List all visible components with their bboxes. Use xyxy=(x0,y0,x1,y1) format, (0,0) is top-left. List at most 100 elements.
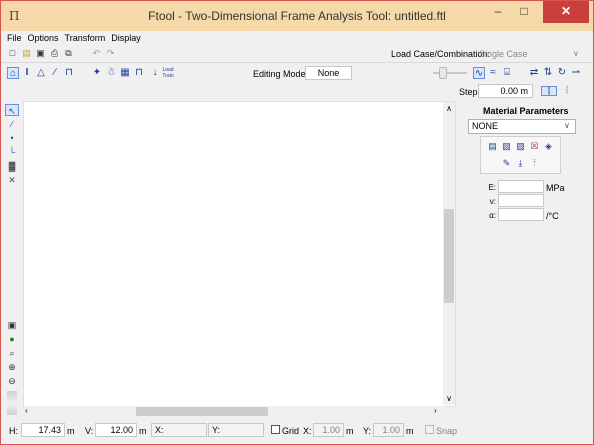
elastic-modulus-unit: MPa xyxy=(546,183,565,193)
menu-file[interactable]: File xyxy=(1,31,25,45)
material-select[interactable]: NONE xyxy=(468,119,576,134)
redo-icon[interactable]: ↷ xyxy=(105,48,116,59)
menu-bar: File Options Transform Display xyxy=(1,31,593,45)
load-case-select[interactable]: Single Case xyxy=(479,49,528,59)
frame-icon[interactable]: ⊓ xyxy=(63,67,75,79)
elastic-modulus-label: E: xyxy=(488,183,496,192)
copy-icon[interactable]: ⧉ xyxy=(63,48,74,59)
save-icon[interactable]: ▣ xyxy=(35,48,46,59)
grid-x-unit: m xyxy=(346,426,354,436)
structure-icon[interactable]: ⌂ xyxy=(7,67,19,79)
v-field[interactable]: 12.00 xyxy=(95,423,137,437)
chevron-down-icon[interactable]: ∨ xyxy=(573,49,579,58)
h-field[interactable]: 17.43 xyxy=(21,423,65,437)
grid-icon[interactable]: ▦ xyxy=(119,67,131,79)
moment-diagram-icon[interactable]: ↻ xyxy=(556,67,568,79)
loads-icon[interactable]: ✦ xyxy=(91,67,103,79)
material-actions: ▤ ▧ ▨ ☒ ◈ ✎ ⤓ ⤒ xyxy=(480,136,561,174)
rename-material-icon[interactable]: ▨ xyxy=(515,141,526,152)
title-bar[interactable]: Π Ftool - Two-Dimensional Frame Analysis… xyxy=(1,1,593,31)
import-material-icon[interactable]: ⤓ xyxy=(515,158,526,169)
step-value: 0.00 xyxy=(500,86,518,96)
poisson-ratio-label: ν: xyxy=(489,197,496,206)
point-icon[interactable]: • xyxy=(5,132,19,144)
export-material-icon[interactable]: ⤒ xyxy=(529,158,540,169)
scroll-down-icon[interactable]: ∨ xyxy=(444,394,454,403)
elastic-modulus-field[interactable] xyxy=(498,180,544,193)
new-material-icon[interactable]: ▤ xyxy=(487,141,498,152)
snap-grid-alt-icon[interactable]: ┆ xyxy=(559,86,575,96)
grid-toggle-icon[interactable]: ▓ xyxy=(5,160,19,172)
status-bar: H: 17.43 m V: 12.00 m X: Y: Grid X: 1.00… xyxy=(1,420,593,440)
editing-mode-field[interactable]: None xyxy=(305,66,352,80)
temperature-icon[interactable]: ☃ xyxy=(105,67,117,79)
undo-icon[interactable]: ↶ xyxy=(91,48,102,59)
h-label: H: xyxy=(9,426,18,436)
cursor-y-field: Y: xyxy=(208,423,264,437)
dimension-icon[interactable]: └ xyxy=(5,146,19,158)
load-train-icon[interactable]: Load Train xyxy=(161,67,175,79)
reaction-icon[interactable]: ⌸ xyxy=(501,67,513,79)
new-file-icon[interactable]: □ xyxy=(7,48,18,59)
snap-grid-icon[interactable]: ┇ xyxy=(541,86,557,96)
zoom-in-icon[interactable]: ⊕ xyxy=(5,361,19,373)
scroll-up-icon[interactable]: ∧ xyxy=(444,104,454,113)
open-folder-icon[interactable]: ▤ xyxy=(21,48,32,59)
horizontal-scroll-thumb[interactable] xyxy=(136,407,268,416)
vertical-scroll-thumb[interactable] xyxy=(444,209,454,303)
maximize-button[interactable]: □ xyxy=(511,1,537,23)
print-icon[interactable]: ⎙ xyxy=(49,48,60,59)
scroll-right-icon[interactable]: › xyxy=(434,406,437,415)
step-unit: m xyxy=(520,86,529,96)
line-icon[interactable]: ∕ xyxy=(5,118,19,130)
monitor-icon[interactable]: ▣ xyxy=(5,319,19,331)
drawing-canvas[interactable] xyxy=(23,101,456,407)
select-icon[interactable]: ↖ xyxy=(5,104,19,116)
grid-label: Grid xyxy=(282,426,300,436)
copy-material-icon[interactable]: ▧ xyxy=(501,141,512,152)
grid-y-field[interactable]: 1.00 xyxy=(373,423,404,437)
snap-checkbox[interactable] xyxy=(425,425,434,434)
minimize-button[interactable]: – xyxy=(485,1,511,23)
menu-transform[interactable]: Transform xyxy=(62,31,109,45)
edit-material-icon[interactable]: ✎ xyxy=(501,158,512,169)
hinge-icon[interactable]: ∕ xyxy=(49,67,61,79)
grid-checkbox[interactable] xyxy=(271,425,280,434)
scale-slider-thumb[interactable] xyxy=(439,67,447,79)
chevron-down-icon[interactable]: ∨ xyxy=(564,121,570,130)
zoom-icon[interactable]: ⌕ xyxy=(5,347,19,359)
apply-material-icon[interactable]: ◈ xyxy=(543,141,554,152)
main-toolbar: □ ▤ ▣ ⎙ ⧉ ↶ ↷ Load Case/Combination: Sin… xyxy=(1,46,593,62)
cursor-x-field: X: xyxy=(151,423,207,437)
zoom-out-icon[interactable]: ⊖ xyxy=(5,375,19,387)
moment-icon[interactable]: ⊓ xyxy=(133,67,145,79)
poisson-ratio-field[interactable] xyxy=(498,194,544,207)
deformed-icon[interactable]: ≈ xyxy=(487,67,499,79)
step-label: Step: xyxy=(459,87,481,97)
grid-x-label: X: xyxy=(303,426,312,436)
thermal-coeff-field[interactable] xyxy=(498,208,544,221)
close-button[interactable]: ✕ xyxy=(543,1,589,23)
material-panel-title: Material Parameters xyxy=(483,106,569,116)
editing-mode-label: Editing Mode: xyxy=(253,69,309,79)
point-load-icon[interactable]: ↓ xyxy=(149,67,161,79)
grid-x-field[interactable]: 1.00 xyxy=(313,423,344,437)
step-field[interactable]: 0.00 m xyxy=(478,84,533,98)
scroll-left-icon[interactable]: ‹ xyxy=(25,406,28,415)
menu-display[interactable]: Display xyxy=(108,31,144,45)
delete-material-icon[interactable]: ☒ xyxy=(529,141,540,152)
globe-icon[interactable]: ● xyxy=(5,333,19,345)
shear-icon[interactable]: ⇅ xyxy=(542,67,554,79)
section-icon[interactable]: I xyxy=(21,67,33,79)
support-icon[interactable]: △ xyxy=(35,67,47,79)
grid-y-unit: m xyxy=(406,426,414,436)
snap-label: Snap xyxy=(436,426,458,436)
axial-icon[interactable]: ⇀ xyxy=(570,67,582,79)
diagram-icon[interactable]: ∿ xyxy=(473,67,485,79)
thermal-coeff-unit: /°C xyxy=(546,211,559,221)
zoom-slider[interactable] xyxy=(7,391,17,415)
menu-options[interactable]: Options xyxy=(25,31,62,45)
h-unit: m xyxy=(67,426,75,436)
normal-icon[interactable]: ⇄ xyxy=(528,67,540,79)
delete-icon[interactable]: ✕ xyxy=(5,174,19,186)
